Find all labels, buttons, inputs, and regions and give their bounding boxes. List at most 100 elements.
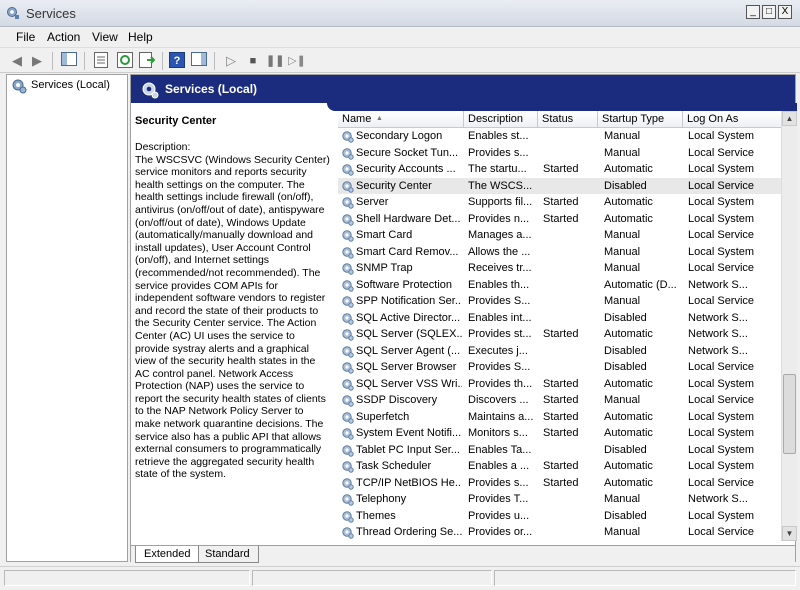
cell-startup-type: Automatic (604, 427, 653, 439)
cell-name: Server (356, 196, 389, 208)
vertical-scrollbar[interactable]: ▲ ▼ (781, 111, 797, 541)
cell-name: SQL Server (SQLEX... (356, 328, 462, 340)
service-gear-icon (342, 345, 354, 358)
cell-startup-type: Manual (604, 493, 641, 505)
cell-name: Secure Socket Tun... (356, 146, 459, 159)
cell-startup-type: Manual (604, 245, 641, 258)
cell-description: Provides u... (468, 509, 530, 522)
cell-startup-type: Disabled (604, 344, 647, 357)
service-gear-icon (342, 461, 354, 473)
stop-service-icon[interactable]: ■ (244, 52, 262, 70)
cell-log-on-as: Local Service (688, 476, 755, 489)
pause-service-icon[interactable]: ❚❚ (266, 52, 284, 70)
service-row[interactable]: Task Scheduler Enables a ... Started Automa… (338, 458, 781, 475)
forward-arrow-icon[interactable]: ▶ (28, 52, 46, 70)
service-row[interactable]: SQL Server VSS Wri... Provides th... Start… (338, 376, 781, 393)
menu-file[interactable]: File (16, 30, 35, 44)
cell-startup-type: Automatic (604, 410, 653, 423)
services-gear-icon (7, 7, 19, 19)
cell-description: Maintains a... (468, 410, 534, 423)
service-gear-icon (342, 279, 354, 292)
service-row[interactable]: SQL Server (SQLEX... Provides st... Starte… (338, 326, 781, 343)
service-gear-icon (342, 230, 354, 242)
cell-description: Receives tr... (468, 262, 532, 274)
cell-status (543, 359, 598, 376)
cell-status: Started (543, 377, 579, 390)
cell-startup-type: Disabled (604, 509, 647, 522)
cell-name: SQL Active Director... (356, 311, 461, 324)
service-gear-icon (342, 444, 354, 457)
show-hide-tree-icon[interactable] (60, 52, 78, 70)
column-description[interactable]: Description (464, 111, 538, 127)
close-button[interactable]: X (778, 5, 792, 19)
start-service-icon[interactable]: ▷ (222, 52, 240, 70)
service-row[interactable]: TCP/IP NetBIOS He... Provides s... Started… (338, 475, 781, 492)
service-row[interactable]: Superfetch Maintains a... Started Automatic… (338, 409, 781, 426)
cell-status: Started (543, 163, 579, 175)
service-row[interactable]: Security Center The WSCS... Disabled Local … (338, 177, 781, 194)
cell-status (543, 491, 598, 508)
cell-log-on-as: Network S... (688, 493, 748, 505)
service-row[interactable]: System Event Notifi... Monitors s... Start… (338, 425, 781, 442)
service-row[interactable]: Tablet PC Input Ser... Enables Ta... Disab… (338, 442, 781, 459)
column-status[interactable]: Status (538, 111, 598, 127)
service-row[interactable]: SPP Notification Ser... Provides S... Manu… (338, 293, 781, 310)
cell-startup-type: Automatic (604, 163, 653, 175)
show-action-pane-icon[interactable] (190, 52, 208, 70)
status-segment (4, 570, 250, 586)
back-arrow-icon[interactable]: ◀ (8, 52, 26, 70)
column-name-label: Name (342, 113, 372, 125)
cell-status: Started (543, 427, 579, 439)
service-row[interactable]: SNMP Trap Receives tr... Manual Local Servi… (338, 260, 781, 277)
service-gear-icon (342, 411, 354, 424)
column-startup-type[interactable]: Startup Type (598, 111, 683, 127)
service-row[interactable]: Thread Ordering Se... Provides or... Manua… (338, 524, 781, 541)
service-gear-icon (342, 131, 354, 143)
cell-startup-type: Manual (604, 295, 641, 307)
cell-log-on-as: Local System (688, 130, 755, 142)
properties-icon[interactable] (92, 52, 110, 70)
service-row[interactable]: Software Protection Enables th... Automati… (338, 277, 781, 294)
service-row[interactable]: SSDP Discovery Discovers ... Started Manual… (338, 392, 781, 409)
cell-log-on-as: Local System (688, 410, 755, 423)
scroll-up-arrow-icon[interactable]: ▲ (782, 111, 797, 126)
minimize-button[interactable]: _ (746, 5, 760, 19)
description-label: Description: (135, 141, 191, 153)
service-row[interactable]: Smart Card Remov... Allows the ... Manual L… (338, 244, 781, 261)
service-row[interactable]: Themes Provides u... Disabled Local System (338, 508, 781, 525)
service-row[interactable]: Smart Card Manages a... Manual Local Servic… (338, 227, 781, 244)
cell-log-on-as: Network S... (688, 344, 748, 357)
service-row[interactable]: Telephony Provides T... Manual Network S... (338, 491, 781, 508)
service-gear-icon (342, 180, 354, 193)
service-row[interactable]: Secure Socket Tun... Provides s... Manual L… (338, 145, 781, 162)
column-log-on-as[interactable]: Log On As (683, 111, 781, 127)
service-row[interactable]: Shell Hardware Det... Provides n... Starte… (338, 211, 781, 228)
menu-action[interactable]: Action (47, 30, 80, 44)
scroll-thumb[interactable] (783, 374, 796, 454)
service-gear-icon (342, 395, 354, 407)
export-list-icon[interactable] (138, 52, 156, 70)
cell-name: TCP/IP NetBIOS He... (356, 476, 462, 489)
refresh-icon[interactable] (116, 52, 134, 70)
service-row[interactable]: SQL Server Browser Provides S... Disabled L… (338, 359, 781, 376)
cell-status (543, 508, 598, 525)
service-row[interactable]: SQL Active Director... Enables int... Disa… (338, 310, 781, 327)
cell-status (543, 145, 598, 162)
column-name[interactable]: Name ▲ (338, 111, 464, 127)
menu-view[interactable]: View (92, 30, 118, 44)
service-row[interactable]: Secondary Logon Enables st... Manual Local … (338, 128, 781, 145)
service-row[interactable]: Security Accounts ... The startu... Starte… (338, 161, 781, 178)
tab-extended[interactable]: Extended (135, 546, 200, 563)
cell-log-on-as: Local Service (688, 526, 755, 538)
maximize-button[interactable]: □ (762, 5, 776, 19)
cell-status (543, 260, 598, 277)
service-row[interactable]: Server Supports fil... Started Automatic Loc… (338, 194, 781, 211)
cell-status: Started (543, 476, 579, 489)
tab-standard[interactable]: Standard (197, 546, 259, 563)
service-row[interactable]: SQL Server Agent (... Executes j... Disabl… (338, 343, 781, 360)
help-icon[interactable]: ? (168, 52, 186, 70)
cell-name: Thread Ordering Se... (356, 526, 462, 538)
restart-service-icon[interactable]: ▷❚ (288, 52, 306, 70)
menu-help[interactable]: Help (128, 30, 153, 44)
scroll-down-arrow-icon[interactable]: ▼ (782, 526, 797, 541)
